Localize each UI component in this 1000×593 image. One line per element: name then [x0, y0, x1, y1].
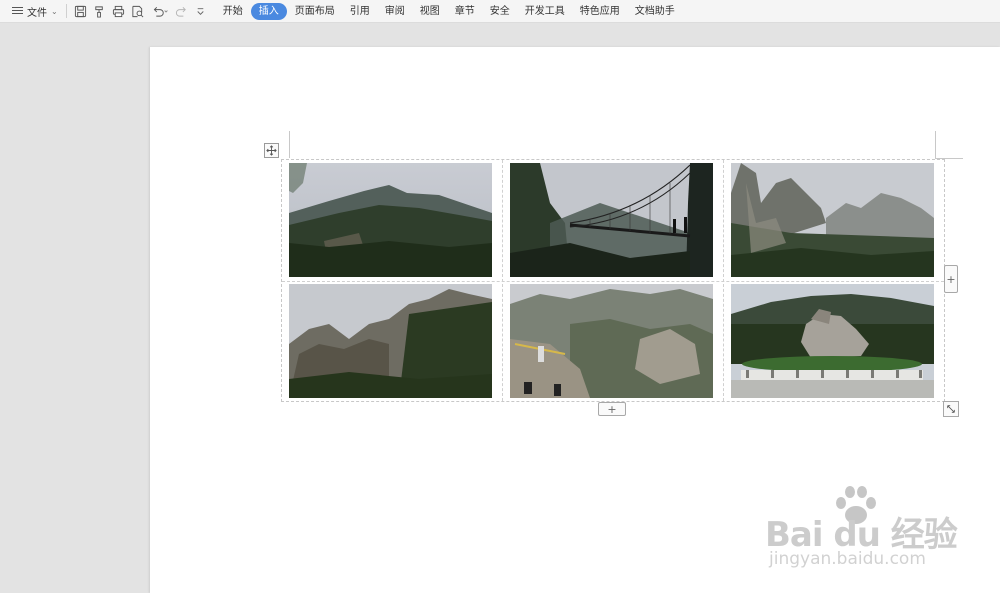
print-button[interactable]: [111, 3, 127, 19]
tab-1[interactable]: 插入: [250, 2, 287, 20]
redo-icon: [176, 6, 187, 17]
resize-diagonal-icon: [947, 405, 955, 413]
cell-border: [282, 281, 944, 282]
ribbon-tabs: 开始 插入 页面布局 引用 审阅 视图 章节 安全 开发工具 特色应用 文档助手: [216, 2, 683, 20]
image-table[interactable]: [281, 159, 945, 402]
mountain-forest-photo[interactable]: [289, 163, 492, 277]
stone-turtle-statue-photo[interactable]: [731, 284, 934, 398]
brush-icon: [95, 5, 103, 18]
print-preview-button[interactable]: [130, 3, 146, 19]
file-menu-label: 文件: [27, 7, 47, 19]
tab-4[interactable]: 审阅: [378, 3, 412, 20]
move-arrows-icon: [266, 145, 277, 156]
suspension-bridge-photo[interactable]: [510, 163, 713, 277]
print-preview-icon: [132, 5, 144, 17]
table-resize-handle[interactable]: [943, 401, 959, 417]
baidu-jingyan-watermark: Bai du 经验 jingyan.baidu.com: [765, 485, 965, 575]
format-painter-button[interactable]: [92, 3, 108, 19]
tab-0[interactable]: 开始: [216, 3, 250, 20]
tab-5[interactable]: 视图: [413, 3, 447, 20]
customize-toolbar-button[interactable]: [193, 3, 209, 19]
misty-rock-peaks-photo[interactable]: [731, 163, 934, 277]
printer-icon: [113, 5, 125, 17]
table-move-handle[interactable]: [264, 143, 279, 158]
margin-guide: [935, 131, 936, 158]
menu-toolbar: 文件 ⌄ 开始 插入 页面布局 引用 审阅 视图 章节 安全 开发工具 特色应用 文档助手: [0, 0, 1000, 23]
tab-2[interactable]: 页面布局: [288, 3, 342, 20]
tab-9[interactable]: 特色应用: [573, 3, 627, 20]
margin-guide: [289, 131, 290, 158]
redo-button[interactable]: [174, 3, 190, 19]
undo-icon: [153, 6, 168, 17]
file-menu-button[interactable]: 文件 ⌄: [0, 0, 58, 22]
tab-3[interactable]: 引用: [343, 3, 377, 20]
tab-10[interactable]: 文档助手: [628, 3, 682, 20]
rocky-ridge-photo[interactable]: [289, 284, 492, 398]
save-button[interactable]: [73, 3, 89, 19]
hamburger-icon: [12, 7, 23, 15]
tab-7[interactable]: 安全: [483, 3, 517, 20]
more-chevron-icon: [197, 7, 204, 15]
watermark-url: jingyan.baidu.com: [769, 549, 926, 569]
toolbar-divider: [65, 4, 67, 18]
tab-8[interactable]: 开发工具: [518, 3, 572, 20]
add-row-button[interactable]: +: [598, 402, 626, 416]
add-column-button[interactable]: +: [944, 265, 958, 293]
undo-button[interactable]: [149, 3, 171, 19]
save-icon: [75, 5, 87, 17]
chevron-down-icon: ⌄: [51, 6, 58, 16]
tab-6[interactable]: 章节: [448, 3, 482, 20]
cliff-viewpoint-photo[interactable]: [510, 284, 713, 398]
